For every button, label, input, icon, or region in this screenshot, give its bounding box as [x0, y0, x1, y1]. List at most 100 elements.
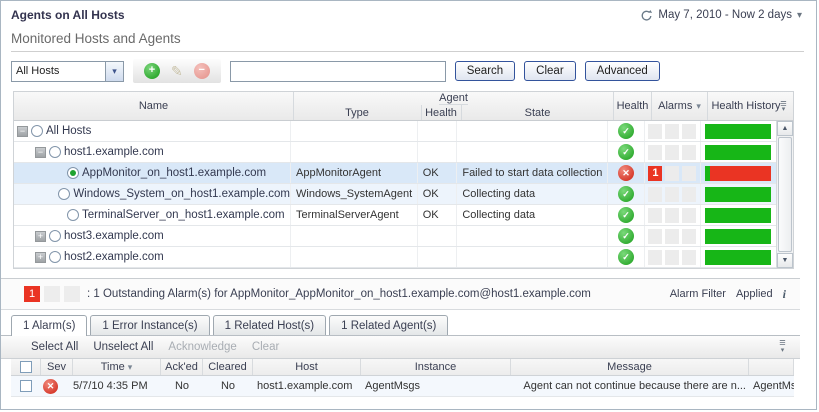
radio-host1[interactable] [49, 146, 61, 158]
column-header-host[interactable]: Host [253, 359, 361, 375]
search-input[interactable] [230, 61, 446, 82]
column-header-state[interactable]: State [462, 105, 614, 120]
clear-button[interactable]: Clear [524, 61, 575, 81]
table-row-host3[interactable]: + host3.example.com ✓ [14, 226, 776, 247]
health-ok-icon: ✓ [618, 249, 634, 265]
table-row-appmonitor[interactable]: AppMonitor_on_host1.example.com AppMonit… [14, 163, 776, 184]
combo-arrow-icon[interactable]: ▾ [105, 62, 123, 81]
column-header-time[interactable]: Time ▾ [73, 359, 161, 375]
alarm-cleared: No [203, 376, 253, 396]
table-row-host1[interactable]: − host1.example.com ✓ [14, 142, 776, 163]
time-range-icon [640, 9, 653, 22]
radio-windows-system[interactable] [58, 188, 70, 200]
health-history-bar [705, 187, 771, 202]
collapse-toggle[interactable]: − [17, 126, 28, 137]
alarm-table-header: Sev Time ▾ Ack'ed Cleared Host Instance … [11, 359, 794, 376]
alarm-filter-label[interactable]: Alarm Filter [670, 288, 726, 300]
sort-desc-icon: ▾ [128, 362, 133, 373]
table-row-windows-system[interactable]: Windows_System_on_host1.example.com Wind… [14, 184, 776, 205]
health-ok-icon: ✓ [618, 207, 634, 223]
alarm-filter-state[interactable]: Applied [736, 288, 773, 300]
column-header-name[interactable]: Name [14, 92, 294, 120]
column-group-agent: Agent Type Health State [294, 92, 614, 120]
health-error-icon: ✕ [618, 165, 634, 181]
scroll-up-icon[interactable]: ▲ [777, 121, 793, 136]
scrollbar-thumb[interactable] [778, 137, 792, 252]
table-row-host2[interactable]: + host2.example.com ✓ [14, 247, 776, 268]
critical-count-badge: 1 [24, 286, 40, 302]
scroll-down-icon[interactable]: ▼ [777, 253, 793, 268]
unselect-all-button[interactable]: Unselect All [93, 341, 153, 353]
tab-alarms[interactable]: 1 Alarm(s) [11, 315, 87, 336]
tree-label: host3.example.com [64, 230, 164, 242]
tab-error-instances[interactable]: 1 Error Instance(s) [90, 315, 209, 335]
critical-alarm-count[interactable]: 1 [648, 166, 662, 181]
add-icon[interactable]: + [144, 63, 160, 79]
tree-label: host2.example.com [64, 251, 164, 263]
acknowledge-button[interactable]: Acknowledge [168, 341, 236, 353]
advanced-button[interactable]: Advanced [585, 61, 660, 81]
health-history-bar [705, 229, 771, 244]
alarm-column-chooser-icon[interactable]: ≡ ▾ [775, 340, 790, 354]
tree-label: TerminalServer_on_host1.example.com [82, 209, 285, 221]
table-body: − All Hosts ✓ − host1.example.com ✓ [14, 121, 776, 268]
alarm-message: Agent can not continue because there are… [511, 376, 749, 396]
table-row-all-hosts[interactable]: − All Hosts ✓ [14, 121, 776, 142]
health-history-bar [705, 250, 771, 265]
time-range-label: May 7, 2010 - Now 2 days [658, 9, 792, 21]
warning-count-badge [44, 286, 60, 302]
row-checkbox[interactable] [20, 380, 32, 392]
column-header-instance[interactable]: Instance [361, 359, 511, 375]
radio-appmonitor-selected[interactable] [67, 167, 79, 179]
tree-label: AppMonitor_on_host1.example.com [82, 167, 266, 179]
alarm-tabs: 1 Alarm(s) 1 Error Instance(s) 1 Related… [1, 310, 800, 336]
vertical-scrollbar[interactable]: ▲ ▼ [776, 121, 793, 268]
host-filter-select[interactable]: All Hosts ▾ [11, 61, 124, 82]
expand-toggle[interactable]: + [35, 231, 46, 242]
caution-count-badge [64, 286, 80, 302]
column-header-health-history[interactable]: Health History [708, 92, 784, 120]
remove-icon[interactable]: − [194, 63, 210, 79]
health-history-bar [705, 124, 771, 139]
column-header-agent-health[interactable]: Health [422, 105, 462, 120]
page-title: Agents on All Hosts [11, 8, 125, 22]
tree-label: host1.example.com [64, 146, 164, 158]
crud-icon-group: + ✎ − [133, 59, 221, 83]
radio-terminalserver[interactable] [67, 209, 79, 221]
chevron-down-icon: ▾ [797, 10, 802, 21]
radio-host2[interactable] [49, 251, 61, 263]
column-header-sev[interactable]: Sev [41, 359, 73, 375]
health-history-bar [705, 208, 771, 223]
column-header-cleared[interactable]: Cleared [203, 359, 253, 375]
column-chooser-icon[interactable]: ≡ ▾ [776, 101, 791, 113]
column-header-health[interactable]: Health [614, 92, 652, 120]
expand-toggle[interactable]: + [35, 252, 46, 263]
alarm-acked: No [161, 376, 203, 396]
time-range-selector[interactable]: May 7, 2010 - Now 2 days ▾ [640, 9, 802, 22]
select-all-button[interactable]: Select All [31, 341, 78, 353]
host-filter-value: All Hosts [12, 65, 105, 77]
health-history-bar [705, 145, 771, 160]
tree-label: All Hosts [46, 125, 91, 137]
search-button[interactable]: Search [455, 61, 515, 81]
radio-host3[interactable] [49, 230, 61, 242]
alarm-time: 5/7/10 4:35 PM [73, 376, 161, 396]
alarm-table: Sev Time ▾ Ack'ed Cleared Host Instance … [11, 359, 794, 397]
column-header-agent[interactable] [749, 359, 794, 375]
health-history-bar [705, 166, 771, 181]
column-header-alarms[interactable]: Alarms ▾ [652, 92, 708, 120]
tab-related-hosts[interactable]: 1 Related Host(s) [213, 315, 326, 335]
column-header-acked[interactable]: Ack'ed [161, 359, 203, 375]
info-icon[interactable]: i [783, 287, 786, 302]
collapse-toggle[interactable]: − [35, 147, 46, 158]
column-header-message[interactable]: Message [511, 359, 749, 375]
alarm-row[interactable]: ✕ 5/7/10 4:35 PM No No host1.example.com… [11, 376, 794, 397]
tab-related-agents[interactable]: 1 Related Agent(s) [329, 315, 448, 335]
table-row-terminalserver[interactable]: TerminalServer_on_host1.example.com Term… [14, 205, 776, 226]
column-header-type[interactable]: Type [294, 105, 422, 120]
edit-icon[interactable]: ✎ [171, 63, 183, 80]
select-all-checkbox[interactable] [20, 361, 32, 373]
radio-all-hosts[interactable] [31, 125, 43, 137]
alarms-filter-icon[interactable]: ▾ [696, 101, 701, 112]
clear-button-alarms[interactable]: Clear [252, 341, 279, 353]
